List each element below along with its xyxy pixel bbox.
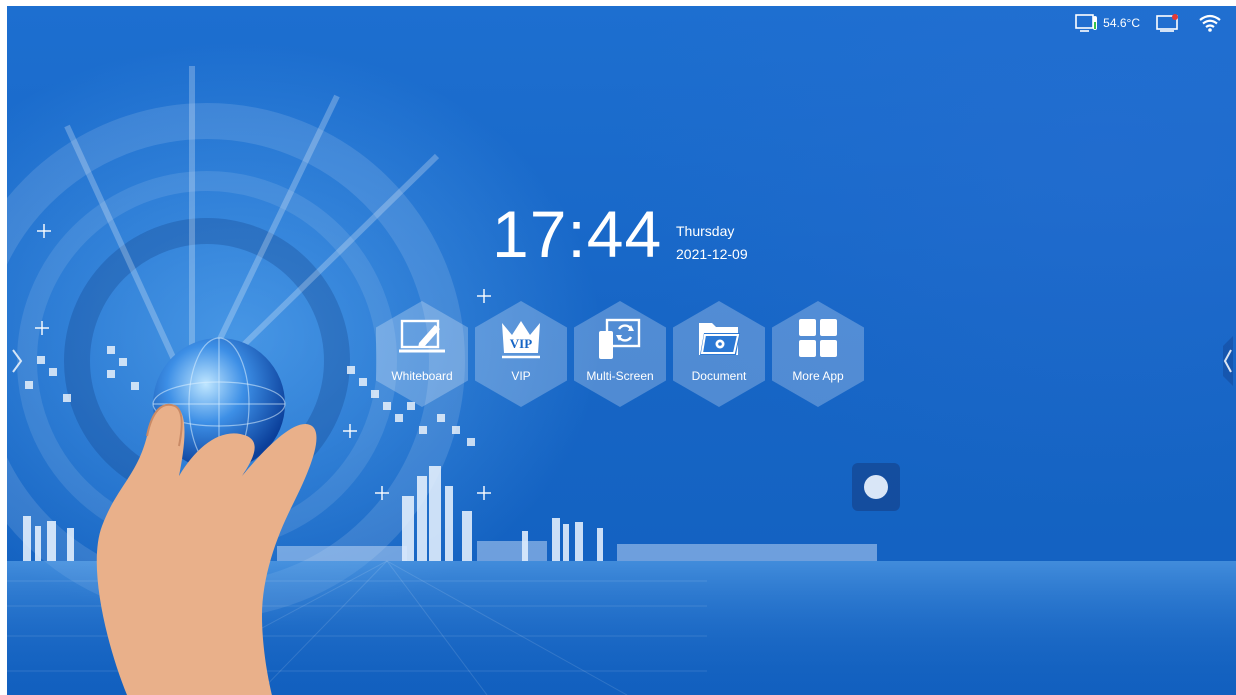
- multi-screen-icon: [599, 318, 641, 359]
- app-label: Multi-Screen: [586, 369, 654, 383]
- home-screen: 54.6°C 17:44 Thursday 2021-12-09 Whitebo…: [7, 6, 1236, 695]
- left-edge-arrow-icon[interactable]: [9, 336, 25, 386]
- monitor-temperature-icon: [1075, 14, 1098, 32]
- clock-date-block: Thursday 2021-12-09: [676, 220, 748, 266]
- app-whiteboard-button[interactable]: Whiteboard: [376, 301, 468, 407]
- app-label: More App: [792, 369, 844, 383]
- floating-assistive-button[interactable]: [852, 463, 900, 511]
- app-vip-button[interactable]: VIP VIP: [475, 301, 567, 407]
- app-label: Whiteboard: [391, 369, 453, 383]
- wifi-icon[interactable]: [1198, 13, 1222, 33]
- temperature-value: 54.6°C: [1103, 16, 1140, 30]
- more-apps-grid-icon: [799, 319, 837, 357]
- clock-weekday: Thursday: [676, 223, 735, 239]
- status-bar: 54.6°C: [1075, 10, 1222, 36]
- app-document-button[interactable]: Document: [673, 301, 765, 407]
- floating-ball-dot-icon: [864, 475, 888, 499]
- app-more-app-button[interactable]: More App: [772, 301, 864, 407]
- clock-date: 2021-12-09: [676, 246, 748, 262]
- screen-record-icon[interactable]: [1156, 13, 1180, 33]
- right-edge-arrow-icon[interactable]: [1217, 336, 1233, 386]
- vip-crown-icon: VIP: [502, 321, 540, 359]
- temperature-indicator: 54.6°C: [1075, 13, 1140, 33]
- vip-crown-text: VIP: [510, 336, 532, 351]
- app-label: VIP: [511, 369, 531, 383]
- whiteboard-icon: [399, 319, 445, 353]
- clock-time: 17:44: [492, 197, 663, 271]
- document-folder-icon: [699, 323, 740, 355]
- app-label: Document: [691, 369, 747, 383]
- app-multi-screen-button[interactable]: Multi-Screen: [574, 301, 666, 407]
